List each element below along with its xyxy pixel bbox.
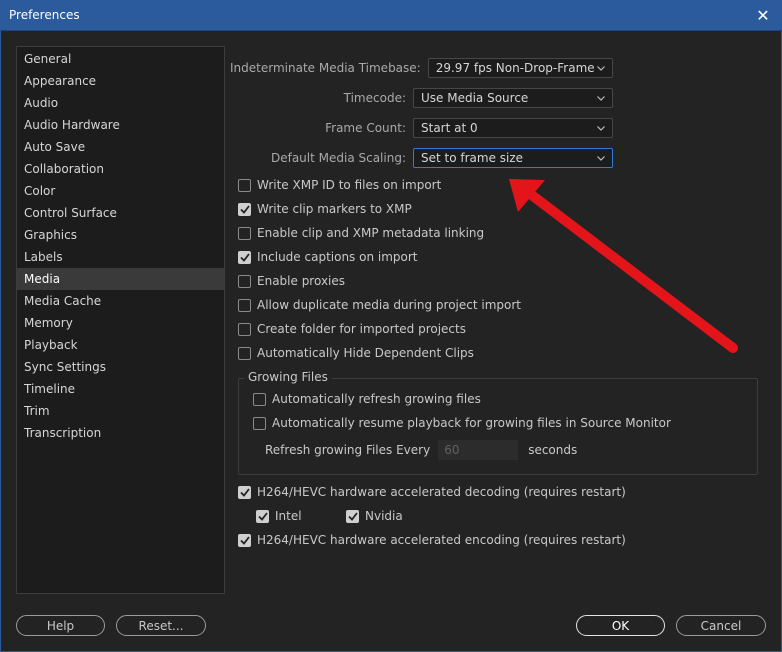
- scaling-select[interactable]: Set to frame size: [413, 148, 613, 168]
- sidebar-item-sync-settings[interactable]: Sync Settings: [17, 356, 224, 378]
- sidebar-item-transcription[interactable]: Transcription: [17, 422, 224, 444]
- chevron-down-icon: [597, 64, 605, 72]
- sidebar-item-control-surface[interactable]: Control Surface: [17, 202, 224, 224]
- checkbox[interactable]: [238, 346, 251, 360]
- refresh-interval-row: Refresh growing Files Every 60 seconds: [265, 440, 577, 460]
- checkbox[interactable]: [238, 250, 251, 264]
- checkbox-label: Create folder for imported projects: [257, 322, 466, 336]
- checkbox-label: Enable clip and XMP metadata linking: [257, 226, 485, 240]
- close-icon[interactable]: ✕: [752, 5, 774, 25]
- refresh-interval-input[interactable]: 60: [438, 440, 519, 460]
- checkbox-label: Automatically resume playback for growin…: [272, 416, 671, 430]
- sidebar-item-timeline[interactable]: Timeline: [17, 378, 224, 400]
- growing-files-title: Growing Files: [244, 370, 332, 384]
- sidebar-item-audio-hardware[interactable]: Audio Hardware: [17, 114, 224, 136]
- checkbox[interactable]: [238, 322, 251, 336]
- title-bar: Preferences ✕: [0, 0, 782, 31]
- scaling-label: Default Media Scaling:: [270, 151, 406, 165]
- checkbox[interactable]: [238, 485, 251, 499]
- hw-decoding-row[interactable]: H264/HEVC hardware accelerated decoding …: [238, 483, 626, 501]
- checkbox[interactable]: [238, 274, 251, 288]
- frame-count-select[interactable]: Start at 0: [413, 118, 613, 138]
- checkbox-row[interactable]: Create folder for imported projects: [238, 320, 466, 338]
- checkbox[interactable]: [238, 202, 251, 216]
- sidebar-item-graphics[interactable]: Graphics: [17, 224, 224, 246]
- checkbox-row[interactable]: Enable proxies: [238, 272, 345, 290]
- sidebar-item-color[interactable]: Color: [17, 180, 224, 202]
- scaling-value: Set to frame size: [421, 151, 524, 165]
- timecode-label: Timecode:: [343, 91, 406, 105]
- help-button[interactable]: Help: [16, 615, 105, 636]
- checkbox[interactable]: [238, 226, 251, 240]
- checkbox[interactable]: [238, 533, 251, 547]
- scaling-row: Default Media Scaling: Set to frame size: [230, 148, 613, 168]
- timebase-row: Indeterminate Media Timebase: 29.97 fps …: [230, 58, 613, 78]
- auto-refresh-row[interactable]: Automatically refresh growing files: [253, 390, 481, 408]
- sidebar-item-audio[interactable]: Audio: [17, 92, 224, 114]
- checkbox-label: Write XMP ID to files on import: [257, 178, 442, 192]
- refresh-interval-label: Refresh growing Files Every: [265, 443, 431, 457]
- checkbox-row[interactable]: Automatically Hide Dependent Clips: [238, 344, 474, 362]
- checkbox-label: Automatically refresh growing files: [272, 392, 481, 406]
- window-title: Preferences: [9, 8, 80, 22]
- checkbox[interactable]: [253, 416, 266, 430]
- ok-button[interactable]: OK: [576, 615, 665, 636]
- sidebar-item-auto-save[interactable]: Auto Save: [17, 136, 224, 158]
- sidebar-item-general[interactable]: General: [17, 48, 224, 70]
- checkbox-label: Write clip markers to XMP: [257, 202, 412, 216]
- timecode-value: Use Media Source: [421, 91, 529, 105]
- timebase-select[interactable]: 29.97 fps Non-Drop-Frame: [427, 58, 613, 78]
- checkbox-row[interactable]: Include captions on import: [238, 248, 418, 266]
- frame-count-row: Frame Count: Start at 0: [230, 118, 613, 138]
- chevron-down-icon: [597, 94, 605, 102]
- timecode-row: Timecode: Use Media Source: [230, 88, 613, 108]
- checkbox[interactable]: [346, 509, 359, 523]
- frame-count-value: Start at 0: [421, 121, 478, 135]
- checkbox[interactable]: [253, 392, 266, 406]
- cancel-button[interactable]: Cancel: [676, 615, 766, 636]
- checkbox-label: Intel: [275, 509, 302, 523]
- hw-nvidia-row[interactable]: Nvidia: [346, 507, 403, 525]
- timebase-label: Indeterminate Media Timebase:: [230, 61, 421, 75]
- checkbox-row[interactable]: Enable clip and XMP metadata linking: [238, 224, 484, 242]
- refresh-interval-unit: seconds: [528, 443, 578, 457]
- checkbox-label: Include captions on import: [257, 250, 418, 264]
- checkbox-row[interactable]: Write clip markers to XMP: [238, 200, 412, 218]
- timecode-select[interactable]: Use Media Source: [413, 88, 613, 108]
- checkbox-label: Automatically Hide Dependent Clips: [257, 346, 474, 360]
- checkbox-label: Allow duplicate media during project imp…: [257, 298, 522, 312]
- sidebar-item-memory[interactable]: Memory: [17, 312, 224, 334]
- chevron-down-icon: [597, 154, 605, 162]
- sidebar-item-playback[interactable]: Playback: [17, 334, 224, 356]
- preferences-category-list[interactable]: General Appearance Audio Audio Hardware …: [16, 46, 225, 594]
- checkbox-row[interactable]: Write XMP ID to files on import: [238, 176, 441, 194]
- sidebar-item-labels[interactable]: Labels: [17, 246, 224, 268]
- checkbox-label: H264/HEVC hardware accelerated encoding …: [257, 533, 626, 547]
- checkbox-row[interactable]: Allow duplicate media during project imp…: [238, 296, 521, 314]
- timebase-value: 29.97 fps Non-Drop-Frame: [435, 61, 595, 75]
- checkbox[interactable]: [238, 298, 251, 312]
- checkbox-label: Nvidia: [365, 509, 403, 523]
- checkbox-label: Enable proxies: [257, 274, 346, 288]
- sidebar-item-trim[interactable]: Trim: [17, 400, 224, 422]
- reset-button[interactable]: Reset...: [116, 615, 206, 636]
- checkbox-label: H264/HEVC hardware accelerated decoding …: [257, 485, 626, 499]
- sidebar-item-collaboration[interactable]: Collaboration: [17, 158, 224, 180]
- hw-encoding-row[interactable]: H264/HEVC hardware accelerated encoding …: [238, 531, 626, 549]
- checkbox[interactable]: [238, 178, 251, 192]
- frame-count-label: Frame Count:: [325, 121, 406, 135]
- sidebar-item-media-cache[interactable]: Media Cache: [17, 290, 224, 312]
- checkbox[interactable]: [256, 509, 269, 523]
- sidebar-item-media[interactable]: Media: [17, 268, 224, 290]
- sidebar-item-appearance[interactable]: Appearance: [17, 70, 224, 92]
- hw-intel-row[interactable]: Intel: [256, 507, 302, 525]
- auto-resume-row[interactable]: Automatically resume playback for growin…: [253, 414, 671, 432]
- chevron-down-icon: [597, 124, 605, 132]
